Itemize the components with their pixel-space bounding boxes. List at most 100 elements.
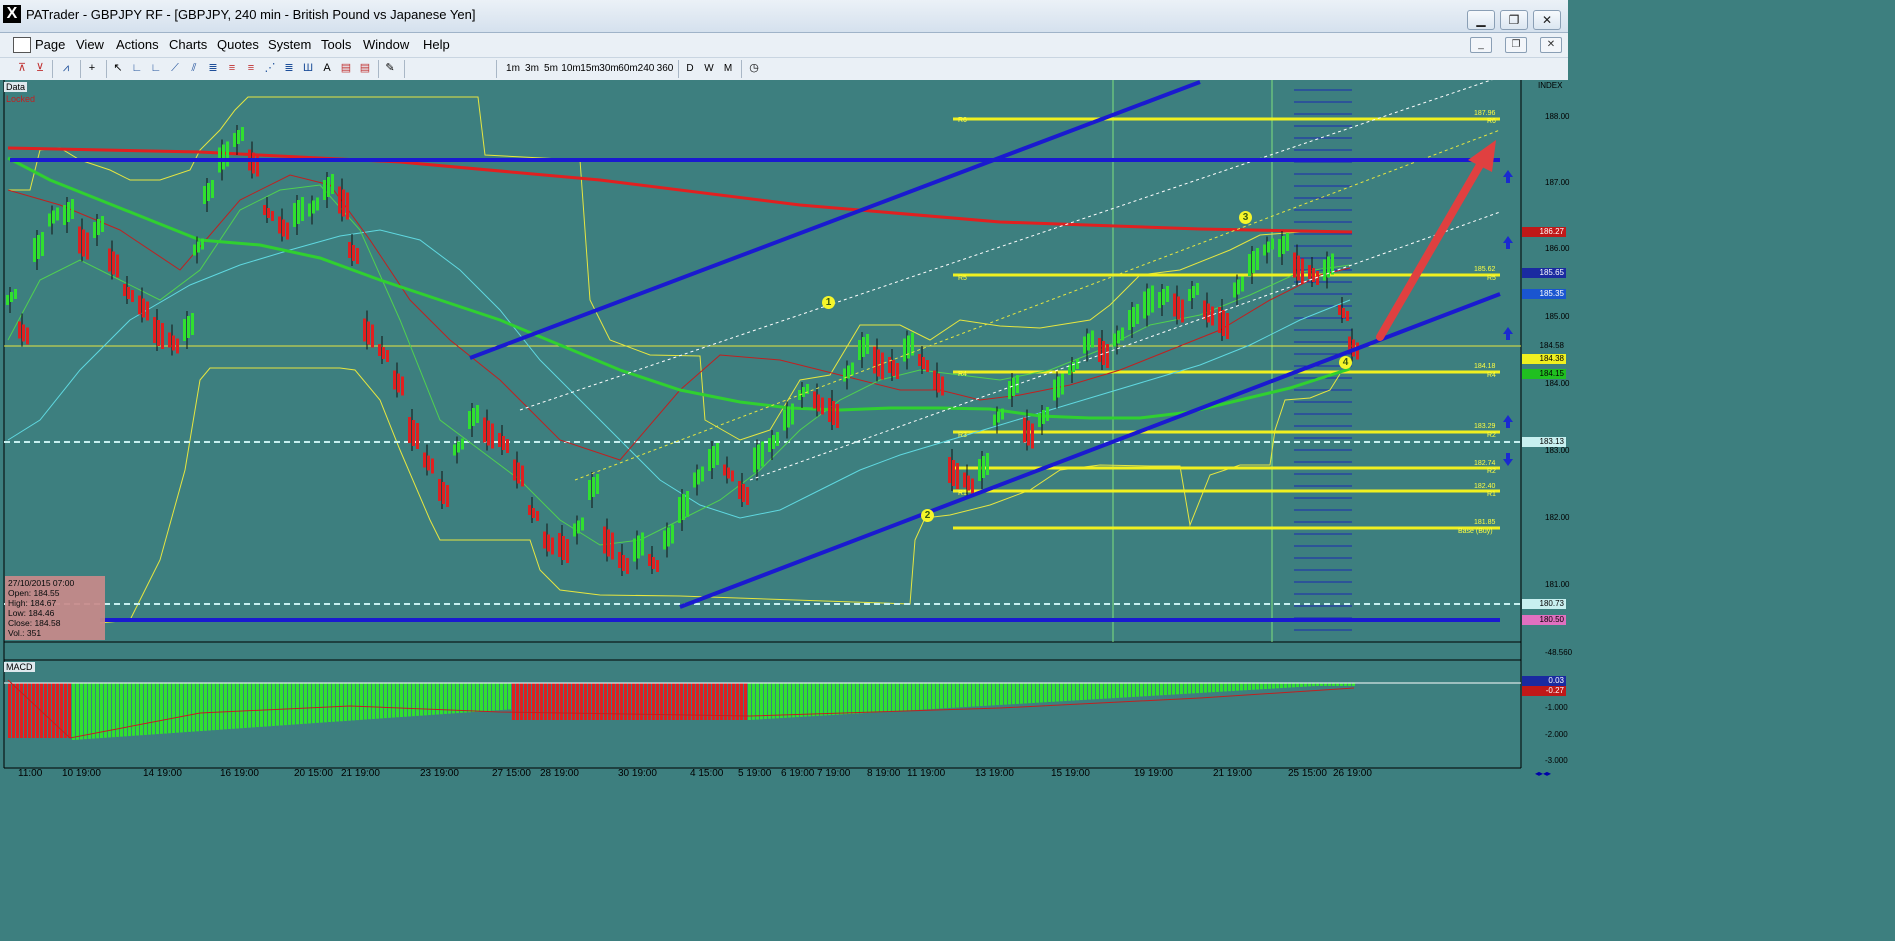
macd-bar (240, 683, 243, 729)
toolbar-separator (106, 60, 107, 78)
toolbar-separator (496, 60, 497, 78)
candle-body (408, 417, 411, 443)
macd-bar (1056, 683, 1059, 702)
macd-bar (944, 683, 947, 709)
crosshair-icon[interactable]: + (86, 62, 98, 74)
trendline-icon[interactable]: ⟋ (169, 62, 181, 74)
text-tool-icon[interactable]: A (321, 62, 333, 74)
clock-icon[interactable]: ◷ (748, 62, 760, 74)
macd-bar (268, 683, 271, 727)
macd-bar (536, 683, 539, 720)
title-bar: X PATrader - GBPJPY RF - [GBPJPY, 240 mi… (0, 0, 1568, 33)
candle-body (986, 453, 989, 475)
time-axis-label: 13 19:00 (975, 768, 1014, 779)
macd-bar (280, 683, 283, 726)
pointer-icon[interactable]: ↖ (112, 62, 124, 74)
candle-body (363, 318, 366, 342)
macd-bar (1124, 683, 1127, 698)
rectangle-icon[interactable]: ▤ (340, 62, 352, 74)
menu-window[interactable]: Window (363, 37, 409, 52)
pencil-icon[interactable]: ✎ (384, 62, 396, 74)
horizontal-line-icon[interactable]: ∟ (131, 62, 143, 74)
candle-body (412, 420, 415, 446)
mdi-minimize-button[interactable]: _ (1470, 37, 1492, 53)
fib-fan-icon[interactable]: ⋰ (264, 62, 276, 74)
macd-bar (872, 683, 875, 713)
timeframe-1m[interactable]: 1m (505, 60, 521, 78)
macd-bar (428, 683, 431, 716)
menu-system[interactable]: System (268, 37, 311, 52)
candle-body (873, 346, 876, 374)
zoom-out-icon[interactable]: ⊼ (16, 62, 28, 74)
channel-icon[interactable]: ⫽ (188, 62, 200, 74)
candle-body (56, 207, 59, 221)
menu-quotes[interactable]: Quotes (217, 37, 259, 52)
fibonacci-icon[interactable]: ≣ (207, 62, 219, 74)
ellipse-icon[interactable]: ▤ (359, 62, 371, 74)
candle-body (652, 557, 655, 569)
macd-bar (392, 683, 395, 718)
period-daily[interactable]: D (684, 60, 696, 78)
timeframe-15m[interactable]: 15m (580, 60, 600, 78)
candle-body (881, 352, 884, 380)
period-weekly[interactable]: W (703, 60, 715, 78)
candle-body (937, 373, 940, 393)
candle-body (301, 197, 304, 221)
menu-tools[interactable]: Tools (321, 37, 351, 52)
macd-panel-label[interactable]: MACD (4, 662, 35, 672)
candle-body (671, 524, 674, 544)
macd-bar (52, 683, 55, 738)
menu-help[interactable]: Help (423, 37, 450, 52)
pivot-label: R6 (1487, 118, 1496, 125)
menu-charts[interactable]: Charts (169, 37, 207, 52)
data-panel-label[interactable]: Data (4, 82, 28, 92)
timeframe-10m[interactable]: 10m (561, 60, 581, 78)
timeframe-3m[interactable]: 3m (524, 60, 540, 78)
menu-actions[interactable]: Actions (116, 37, 159, 52)
candle-body (1293, 252, 1296, 278)
period-monthly[interactable]: M (722, 60, 734, 78)
time-axis-label: 11:00 (18, 768, 43, 779)
timeframe-60m[interactable]: 60m (618, 60, 638, 78)
macd-bar (92, 683, 95, 739)
candle-body (267, 208, 270, 218)
vertical-line-icon[interactable]: ∟ (150, 62, 162, 74)
macd-bar (332, 683, 335, 722)
timeframe-360[interactable]: 360 (656, 60, 674, 78)
scroll-arrows-icon[interactable]: ◂▸◂▸ (1535, 769, 1565, 779)
candle-body (427, 455, 430, 471)
maximize-button[interactable]: ❐ (1500, 10, 1528, 30)
pitchfork-icon[interactable]: Ш (302, 62, 314, 74)
timeframe-30m[interactable]: 30m (599, 60, 619, 78)
timeframe-5m[interactable]: 5m (543, 60, 559, 78)
macd-bar (296, 683, 299, 725)
price-chart[interactable] (0, 80, 1568, 779)
macd-bar (424, 683, 427, 716)
close-button[interactable]: ✕ (1533, 10, 1561, 30)
fib-extension-icon[interactable]: ≡ (245, 62, 257, 74)
macd-bar (144, 683, 147, 735)
minimize-button[interactable]: ▁ (1467, 10, 1495, 30)
candle-body (241, 127, 244, 141)
macd-bar (308, 683, 311, 724)
candle-body (1278, 239, 1281, 257)
macd-bar (616, 683, 619, 720)
macd-bar (952, 683, 955, 708)
wave-marker: 3 (1239, 211, 1252, 224)
mdi-close-button[interactable]: ✕ (1540, 37, 1562, 53)
mdi-restore-button[interactable]: ❐ (1505, 37, 1527, 53)
macd-bar (1068, 683, 1071, 701)
candle-body (48, 213, 51, 227)
chart-type-icon[interactable]: ⩘ (60, 62, 72, 74)
chart-page-icon[interactable] (13, 37, 31, 53)
macd-bar (484, 683, 487, 712)
macd-bar (416, 683, 419, 716)
timeframe-240[interactable]: 240 (637, 60, 655, 78)
macd-bar (228, 683, 231, 730)
macd-bar (196, 683, 199, 732)
menu-page[interactable]: Page (35, 37, 65, 52)
zoom-in-icon[interactable]: ⊻ (34, 62, 46, 74)
fib-retracement-icon[interactable]: ≡ (226, 62, 238, 74)
gann-icon[interactable]: ≣ (283, 62, 295, 74)
menu-view[interactable]: View (76, 37, 104, 52)
